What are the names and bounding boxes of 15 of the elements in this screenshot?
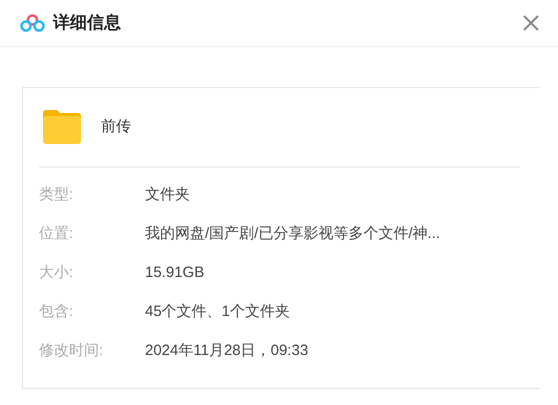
field-value: 文件夹: [145, 185, 190, 206]
field-label: 修改时间:: [39, 341, 104, 362]
field-value: 15.91GB: [145, 263, 204, 284]
field-value: 45个文件、1个文件夹: [145, 302, 290, 322]
folder-icon: [43, 110, 81, 144]
field-value: 2024年11月28日，09:33: [145, 341, 308, 362]
field-label: 包含:: [39, 302, 74, 322]
field-value: 我的网盘/国产剧/已分享影视等多个文件/神...: [145, 224, 440, 244]
field-label: 大小:: [39, 263, 74, 284]
folder-name: 前传: [101, 116, 131, 137]
cloud-logo-icon: [20, 14, 45, 32]
window-title: 详细信息: [53, 12, 121, 34]
field-label: 类型:: [39, 185, 74, 206]
field-label: 位置:: [39, 224, 74, 244]
close-button[interactable]: [522, 14, 540, 32]
